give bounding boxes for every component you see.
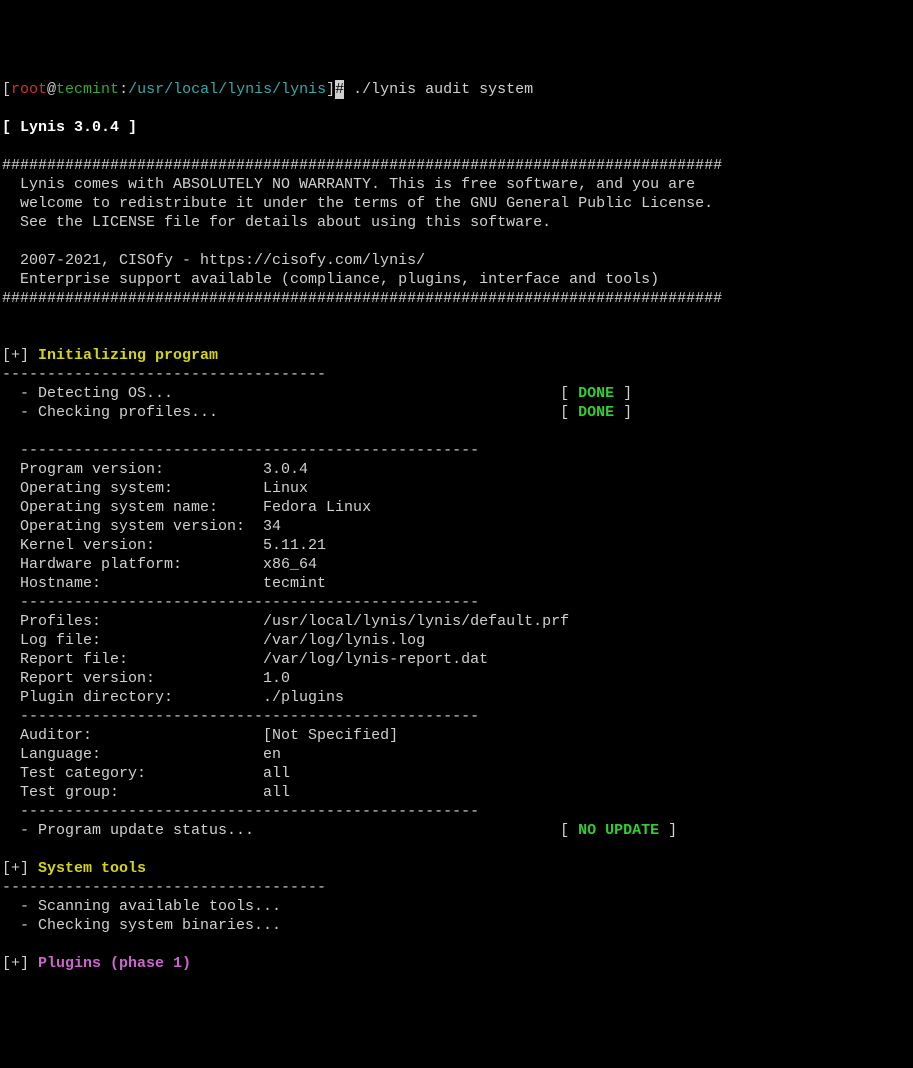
info-row: Report version: 1.0 [2,670,290,687]
info-row: Operating system: Linux [2,480,308,497]
terminal-output: [root@tecmint:/usr/local/lynis/lynis]# .… [2,80,911,973]
info-row: Hardware platform: x86_64 [2,556,317,573]
info-row: Operating system name: Fedora Linux [2,499,371,516]
section-header-tools: [+] System tools [2,860,146,877]
status-done: DONE [578,404,614,421]
dashes: ----------------------------------------… [2,594,479,611]
prompt-path: /usr/local/lynis/lynis [128,81,326,98]
status-line: - Detecting OS... [ DONE ] [2,385,632,402]
info-row: Report file: /var/log/lynis-report.dat [2,651,488,668]
tool-scan-line: - Scanning available tools... [2,898,281,915]
hash-separator: ########################################… [2,157,722,174]
dashes: ------------------------------------ [2,879,326,896]
prompt-host: tecmint [56,81,119,98]
info-row: Plugin directory: ./plugins [2,689,344,706]
copyright-text: 2007-2021, CISOfy - https://cisofy.com/l… [2,252,425,269]
enterprise-text: Enterprise support available (compliance… [2,271,659,288]
status-line: - Checking profiles... [ DONE ] [2,404,632,421]
status-done: DONE [578,385,614,402]
section-header-plugins: [+] Plugins (phase 1) [2,955,191,972]
prompt-line: [root@tecmint:/usr/local/lynis/lynis]# .… [2,81,533,98]
info-row: Hostname: tecmint [2,575,326,592]
warranty-text: See the LICENSE file for details about u… [2,214,551,231]
section-header-init: [+] Initializing program [2,347,218,364]
prompt-user: root [11,81,47,98]
lynis-version-banner: [ Lynis 3.0.4 ] [2,119,137,136]
info-row: Log file: /var/log/lynis.log [2,632,425,649]
info-row: Language: en [2,746,281,763]
status-no-update: NO UPDATE [578,822,659,839]
hash-separator: ########################################… [2,290,722,307]
info-row: Operating system version: 34 [2,518,281,535]
warranty-text: welcome to redistribute it under the ter… [2,195,713,212]
tool-check-line: - Checking system binaries... [2,917,281,934]
info-row: Kernel version: 5.11.21 [2,537,326,554]
dashes: ----------------------------------------… [2,803,479,820]
status-line: - Program update status... [ NO UPDATE ] [2,822,677,839]
prompt-command[interactable]: ./lynis audit system [344,81,533,98]
info-row: Test category: all [2,765,290,782]
cursor-block: # [335,80,344,99]
info-row: Test group: all [2,784,290,801]
dashes: ------------------------------------ [2,366,326,383]
info-row: Program version: 3.0.4 [2,461,308,478]
warranty-text: Lynis comes with ABSOLUTELY NO WARRANTY.… [2,176,695,193]
info-row: Profiles: /usr/local/lynis/lynis/default… [2,613,569,630]
dashes: ----------------------------------------… [2,442,479,459]
dashes: ----------------------------------------… [2,708,479,725]
info-row: Auditor: [Not Specified] [2,727,398,744]
